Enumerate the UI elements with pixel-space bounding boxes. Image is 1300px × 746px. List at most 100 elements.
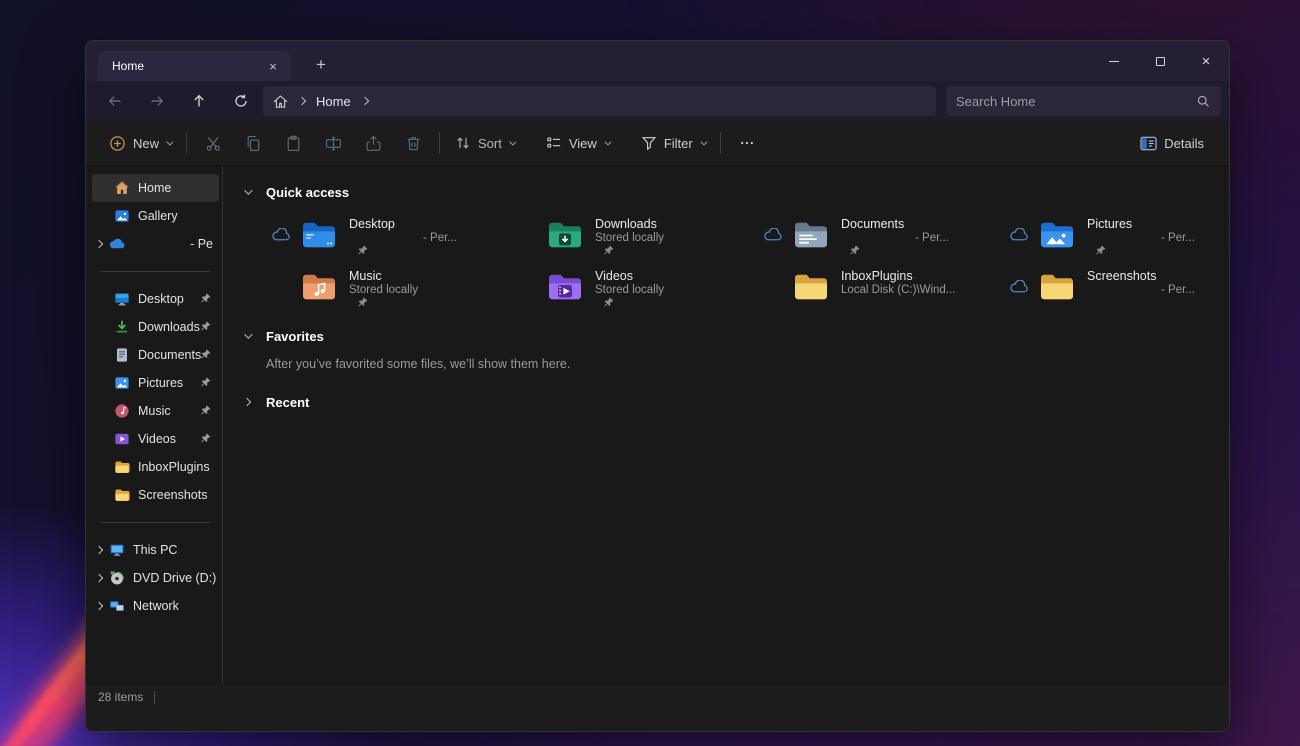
divider (100, 271, 210, 272)
documents-folder-icon (793, 220, 829, 250)
expand-chevron-icon[interactable] (95, 574, 103, 582)
command-bar: New Sort View (86, 121, 1229, 166)
share-button[interactable] (353, 127, 393, 159)
tile-videos[interactable]: Videos Stored locally (487, 264, 733, 312)
copy-icon (245, 135, 262, 152)
tile-music[interactable]: Music Stored locally (241, 264, 487, 312)
sidebar-item-inboxplugins[interactable]: InboxPlugins (92, 453, 219, 481)
search-input[interactable] (956, 94, 1196, 109)
more-options-button[interactable] (727, 127, 767, 159)
sidebar-item-videos[interactable]: Videos (92, 425, 219, 453)
chevron-down-icon (509, 138, 516, 145)
minimize-button[interactable] (1091, 41, 1137, 81)
tile-name: Screenshots (1087, 269, 1156, 283)
this-pc-icon (109, 542, 125, 558)
divider (154, 691, 155, 704)
tab-home[interactable]: Home × (98, 51, 291, 81)
view-icon (546, 135, 562, 151)
rename-button[interactable] (313, 127, 353, 159)
maximize-button[interactable] (1137, 41, 1183, 81)
expand-chevron-icon[interactable] (95, 240, 103, 248)
share-icon (365, 135, 382, 152)
tile-name: Music (349, 269, 382, 283)
sidebar-item-screenshots[interactable]: Screenshots (92, 481, 219, 509)
collapse-chevron-icon[interactable] (244, 330, 252, 338)
expand-chevron-icon[interactable] (95, 602, 103, 610)
cut-button[interactable] (193, 127, 233, 159)
tile-screenshots[interactable]: Screenshots - Per... (979, 264, 1225, 312)
tile-location: - Per... (1161, 284, 1195, 296)
onedrive-sync-cloud-icon (271, 228, 292, 242)
navigation-pane: Home Gallery - Pe Desktop (86, 166, 223, 685)
pin-icon (200, 405, 211, 416)
tile-pictures[interactable]: Pictures - Per... (979, 212, 1225, 260)
close-window-button[interactable]: × (1183, 41, 1229, 81)
pictures-folder-icon (1039, 220, 1075, 250)
favorites-header[interactable]: Favorites (241, 326, 1229, 346)
more-options-icon (739, 135, 755, 151)
pin-icon (357, 297, 368, 308)
new-icon (109, 135, 126, 152)
tile-documents[interactable]: Documents - Per... (733, 212, 979, 260)
close-tab-icon[interactable]: × (263, 56, 283, 76)
sidebar-item-gallery[interactable]: Gallery (92, 202, 219, 230)
view-button[interactable]: View (537, 127, 618, 159)
tile-name: Desktop (349, 217, 395, 231)
sidebar-item-network[interactable]: Network (92, 592, 219, 620)
sidebar-item-home[interactable]: Home (92, 174, 219, 202)
new-tab-button[interactable]: + (308, 52, 334, 78)
sidebar-item-pictures[interactable]: Pictures (92, 369, 219, 397)
breadcrumb-item-home[interactable]: Home (316, 94, 351, 109)
delete-button[interactable] (393, 127, 433, 159)
sidebar-item-this-pc[interactable]: This PC (92, 536, 219, 564)
sidebar-item-onedrive[interactable]: - Pe (92, 230, 219, 258)
tile-desktop[interactable]: Desktop - Per... (241, 212, 487, 260)
divider (439, 132, 440, 154)
pin-icon (603, 245, 614, 256)
pin-icon (200, 293, 211, 304)
network-icon (109, 598, 125, 614)
rename-icon (325, 135, 342, 152)
tile-location: - Per... (915, 232, 949, 244)
videos-folder-icon (547, 272, 583, 302)
recent-header[interactable]: Recent (241, 392, 1229, 412)
breadcrumb-chevron-icon[interactable] (360, 97, 368, 105)
desktop-folder-icon (301, 220, 337, 250)
paste-icon (285, 135, 302, 152)
new-button[interactable]: New (100, 127, 180, 159)
sort-icon (455, 135, 471, 151)
tile-inboxplugins[interactable]: InboxPlugins Local Disk (C:)\Wind... (733, 264, 979, 312)
tile-downloads[interactable]: Downloads Stored locally (487, 212, 733, 260)
divider (720, 132, 721, 154)
up-button[interactable] (183, 85, 215, 117)
search-box[interactable] (946, 86, 1221, 116)
collapse-chevron-icon[interactable] (244, 186, 252, 194)
filter-button[interactable]: Filter (632, 127, 714, 159)
expand-chevron-icon[interactable] (243, 398, 251, 406)
favorites-empty-text: After you’ve favorited some files, we’ll… (266, 357, 1229, 371)
sidebar-item-downloads[interactable]: Downloads (92, 313, 219, 341)
dvd-drive-icon (109, 570, 125, 586)
sort-button[interactable]: Sort (446, 127, 523, 159)
expand-chevron-icon[interactable] (95, 546, 103, 554)
forward-button[interactable] (141, 85, 173, 117)
details-label: Details (1164, 136, 1204, 151)
refresh-button[interactable] (225, 85, 257, 117)
quick-access-header[interactable]: Quick access (241, 182, 1229, 202)
paste-button[interactable] (273, 127, 313, 159)
sidebar-item-dvd-drive[interactable]: DVD Drive (D:) CCC (92, 564, 219, 592)
file-explorer-window: Home × + × Home (85, 40, 1230, 732)
breadcrumb[interactable]: Home (263, 86, 936, 116)
explorer-body: Home Gallery - Pe Desktop (86, 166, 1229, 685)
gallery-icon (114, 208, 130, 224)
details-pane-button[interactable]: Details (1131, 127, 1213, 159)
copy-button[interactable] (233, 127, 273, 159)
sidebar-item-desktop[interactable]: Desktop (92, 285, 219, 313)
sidebar-item-documents[interactable]: Documents (92, 341, 219, 369)
pin-icon (200, 377, 211, 388)
back-button[interactable] (99, 85, 131, 117)
tile-location: Stored locally (595, 232, 664, 244)
sidebar-item-music[interactable]: Music (92, 397, 219, 425)
folder-icon (114, 459, 130, 475)
downloads-folder-icon (547, 220, 583, 250)
